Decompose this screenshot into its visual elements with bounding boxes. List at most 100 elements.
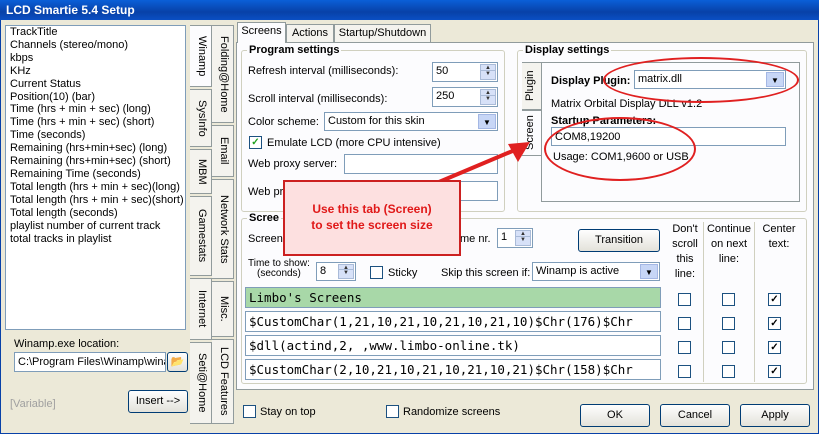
tab-screens[interactable]: Screens <box>237 22 286 43</box>
dont-scroll-header: Don't scroll this line: <box>672 223 698 280</box>
skip-screen-select[interactable]: Winamp is active ▼ <box>532 262 660 281</box>
scroll-interval-spinner[interactable]: 250 ▲ ▼ <box>432 87 498 107</box>
spin-down-icon[interactable]: ▼ <box>515 236 531 246</box>
dont-scroll-line-2-checkbox[interactable] <box>678 317 691 330</box>
variable-label: [Variable] <box>10 398 56 410</box>
tab-seti-at-home[interactable]: Seti@Home <box>190 342 212 424</box>
randomize-screens-checkbox[interactable] <box>386 405 399 418</box>
center-line-3-checkbox[interactable]: ✓ <box>768 341 781 354</box>
skip-screen-label: Skip this screen if: <box>441 267 531 279</box>
tab-actions[interactable]: Actions <box>286 24 334 42</box>
insert-button[interactable]: Insert --> <box>128 390 188 413</box>
winamp-location-label: Winamp.exe location: <box>14 338 120 350</box>
dont-scroll-line-1-checkbox[interactable] <box>678 293 691 306</box>
winamp-path-input[interactable]: C:\Program Files\Winamp\winamp <box>14 352 166 372</box>
dont-scroll-line-3-checkbox[interactable] <box>678 341 691 354</box>
list-item[interactable]: Remaining (hrs+min+sec) (long) <box>8 142 185 155</box>
list-item[interactable]: Total length (seconds) <box>8 207 185 220</box>
tab-gamestats[interactable]: Gamestats <box>190 196 212 276</box>
browse-folder-button[interactable]: 📂 <box>167 352 188 372</box>
scroll-interval-value: 250 <box>436 90 455 102</box>
stay-on-top-checkbox[interactable] <box>243 405 256 418</box>
column-divider <box>703 222 704 382</box>
refresh-interval-spinner[interactable]: 50 ▲ ▼ <box>432 62 498 82</box>
tab-email[interactable]: Email <box>212 125 234 177</box>
randomize-screens-label: Randomize screens <box>403 406 501 418</box>
list-item[interactable]: Remaining Time (seconds) <box>8 168 185 181</box>
web-proxy-port-label: Web pr <box>248 186 284 198</box>
apply-button[interactable]: Apply <box>740 404 810 427</box>
screen-line-4-input[interactable]: $CustomChar(2,10,21,10,21,10,21,10,21)$C… <box>245 359 661 380</box>
sticky-checkbox[interactable] <box>370 266 383 279</box>
cancel-button[interactable]: Cancel <box>660 404 730 427</box>
tab-internet[interactable]: Internet <box>190 278 212 340</box>
refresh-interval-label: Refresh interval (milliseconds): <box>248 65 399 77</box>
continue-line-2-checkbox[interactable] <box>722 317 735 330</box>
chevron-down-icon[interactable]: ▼ <box>478 114 496 129</box>
title-bar: LCD Smartie 5.4 Setup <box>0 0 819 20</box>
tab-lcd-features[interactable]: LCD Features <box>212 339 234 424</box>
sticky-label: Sticky <box>388 267 418 279</box>
tab-plugin[interactable]: Plugin <box>522 62 542 110</box>
emulate-lcd-checkbox[interactable]: ✓ <box>249 136 262 149</box>
center-line-2-checkbox[interactable]: ✓ <box>768 317 781 330</box>
continue-line-1-checkbox[interactable] <box>722 293 735 306</box>
tab-network-stats[interactable]: Network Stats <box>212 179 234 279</box>
tab-folding-at-home[interactable]: Folding@Home <box>212 25 234 123</box>
list-item[interactable]: Current Status <box>8 78 185 91</box>
theme-number-label: me nr. <box>460 233 491 245</box>
center-line-4-checkbox[interactable]: ✓ <box>768 365 781 378</box>
spin-down-icon[interactable]: ▼ <box>480 95 496 105</box>
time-to-show-value: 8 <box>320 265 327 277</box>
continue-line-4-checkbox[interactable] <box>722 365 735 378</box>
tab-winamp[interactable]: Winamp <box>190 25 212 87</box>
list-item[interactable]: Total length (hrs + min + sec)(long) <box>8 181 185 194</box>
center-line-1-checkbox[interactable]: ✓ <box>768 293 781 306</box>
variable-list[interactable]: TrackTitle Channels (stereo/mono) kbps KHz C… <box>5 25 186 330</box>
tab-misc[interactable]: Misc. <box>212 281 234 337</box>
list-item[interactable]: Time (seconds) <box>8 129 185 142</box>
center-text-header: Center text: <box>762 223 796 250</box>
list-item[interactable]: Time (hrs + min + sec) (long) <box>8 103 185 116</box>
tab-mbm[interactable]: MBM <box>190 149 212 194</box>
screen-line-3-input[interactable]: $dll(actind,2, ,www.limbo-online.tk) <box>245 335 661 356</box>
list-item[interactable]: Remaining (hrs+min+sec) (short) <box>8 155 185 168</box>
spin-down-icon[interactable]: ▼ <box>338 269 354 279</box>
list-item[interactable]: TrackTitle <box>8 26 185 39</box>
color-scheme-label: Color scheme: <box>248 116 319 128</box>
continue-line-3-checkbox[interactable] <box>722 341 735 354</box>
list-item[interactable]: Position(10) (bar) <box>8 91 185 104</box>
chevron-down-icon[interactable]: ▼ <box>640 264 658 279</box>
column-divider <box>754 222 755 382</box>
annotation-callout: Use this tab (Screen) to set the screen … <box>283 180 461 256</box>
tab-startup-shutdown[interactable]: Startup/Shutdown <box>334 24 431 42</box>
list-item[interactable]: kbps <box>8 52 185 65</box>
color-scheme-select[interactable]: Custom for this skin ▼ <box>324 112 498 131</box>
tab-sysinfo[interactable]: SysInfo <box>190 89 212 147</box>
scroll-interval-label: Scroll interval (milliseconds): <box>248 93 388 105</box>
transition-button[interactable]: Transition <box>578 229 660 252</box>
screen-line-1-input[interactable]: Limbo's Screens <box>245 287 661 308</box>
skip-screen-value: Winamp is active <box>536 265 620 277</box>
theme-number-spinner[interactable]: 1 ▲ ▼ <box>497 228 533 248</box>
list-item[interactable]: Channels (stereo/mono) <box>8 39 185 52</box>
spin-down-icon[interactable]: ▼ <box>480 70 496 80</box>
list-item[interactable]: playlist number of current track <box>8 220 185 233</box>
time-to-show-spinner[interactable]: 8 ▲ ▼ <box>316 262 356 281</box>
list-item[interactable]: Time (hrs + min + sec) (short) <box>8 116 185 129</box>
refresh-interval-value: 50 <box>436 65 449 77</box>
web-proxy-label: Web proxy server: <box>248 158 338 170</box>
time-to-show-label: Time to show: (seconds) <box>248 258 310 279</box>
list-item[interactable]: KHz <box>8 65 185 78</box>
dont-scroll-line-4-checkbox[interactable] <box>678 365 691 378</box>
continue-next-line-header: Continue on next line: <box>706 223 752 265</box>
list-item[interactable]: Total length (hrs + min + sec)(short) <box>8 194 185 207</box>
folder-icon: 📂 <box>170 356 185 368</box>
list-item[interactable]: total tracks in playlist <box>8 233 185 246</box>
screens-group-title: Scree <box>247 212 281 224</box>
ok-button[interactable]: OK <box>580 404 650 427</box>
screen-line-2-input[interactable]: $CustomChar(1,21,10,21,10,21,10,21,10)$C… <box>245 311 661 332</box>
program-settings-title: Program settings <box>247 44 342 56</box>
stay-on-top-label: Stay on top <box>260 406 316 418</box>
window-title: LCD Smartie 5.4 Setup <box>6 3 135 17</box>
